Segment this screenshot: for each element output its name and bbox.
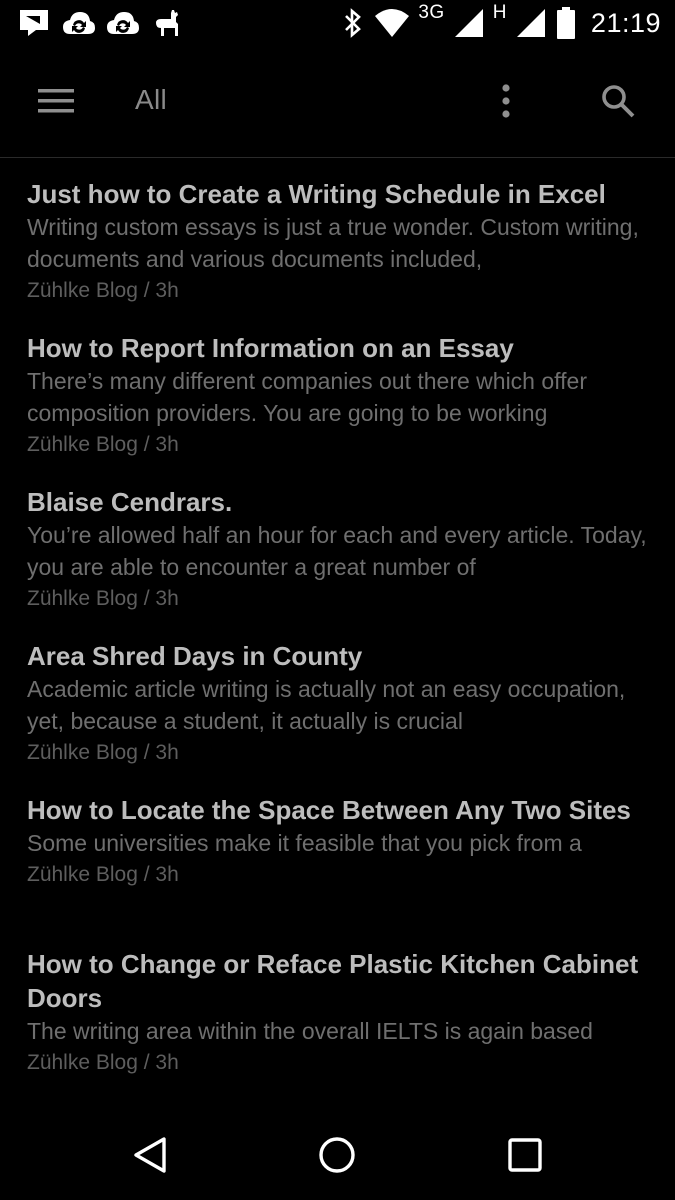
home-circle-icon	[319, 1137, 355, 1173]
bluetooth-icon	[345, 8, 362, 38]
article-title: Blaise Cendrars.	[27, 487, 233, 517]
hamburger-menu-icon	[38, 89, 74, 113]
more-vert-icon	[502, 84, 510, 118]
article-snippet: The writing area within the overall IELT…	[27, 1018, 593, 1044]
signal-icon	[454, 9, 483, 37]
home-button[interactable]	[307, 1130, 367, 1180]
list-item[interactable]: Blaise Cendrars. You’re allowed half an …	[27, 485, 647, 615]
network-3g-label: 3G	[418, 2, 445, 23]
network-h-label: H	[492, 2, 507, 23]
article-meta: Zühlke Blog / 3h	[27, 741, 179, 764]
article-snippet: There’s many different companies out the…	[27, 368, 587, 426]
search-icon	[602, 85, 635, 118]
back-triangle-icon	[134, 1137, 166, 1173]
article-meta: Zühlke Blog / 3h	[27, 587, 179, 610]
article-snippet: Academic article writing is actually not…	[27, 676, 626, 734]
page-title: All	[135, 84, 168, 115]
recents-button[interactable]	[495, 1130, 555, 1180]
system-nav-bar	[0, 1110, 675, 1200]
overflow-menu-button[interactable]	[482, 76, 530, 126]
list-item[interactable]: How to Locate the Space Between Any Two …	[27, 793, 647, 891]
menu-button[interactable]	[24, 76, 88, 126]
recents-square-icon	[508, 1138, 542, 1172]
article-title: Area Shred Days in County	[27, 641, 363, 671]
status-bar: 3G H 21:19	[0, 0, 675, 46]
article-title: How to Locate the Space Between Any Two …	[27, 795, 631, 825]
article-snippet: Writing custom essays is just a true won…	[27, 214, 639, 272]
article-snippet: Some universities make it feasible that …	[27, 830, 582, 856]
article-title: How to Report Information on an Essay	[27, 333, 514, 363]
signal-icon	[516, 9, 545, 37]
article-meta: Zühlke Blog / 3h	[27, 863, 179, 886]
list-item[interactable]: Just how to Create a Writing Schedule in…	[27, 177, 647, 307]
notification-icons	[18, 8, 184, 38]
list-item[interactable]: How to Change or Reface Plastic Kitchen …	[27, 947, 647, 1079]
article-title: Just how to Create a Writing Schedule in…	[27, 179, 606, 209]
search-button[interactable]	[590, 76, 646, 126]
back-button[interactable]	[120, 1130, 180, 1180]
list-item[interactable]: Area Shred Days in County Academic artic…	[27, 639, 647, 769]
article-snippet: You’re allowed half an hour for each and…	[27, 522, 647, 580]
llama-icon	[156, 10, 178, 36]
flag-icon	[20, 10, 48, 36]
article-meta: Zühlke Blog / 3h	[27, 1051, 179, 1074]
article-title: How to Change or Reface Plastic Kitchen …	[27, 949, 639, 1013]
cloud-sync-icon	[63, 12, 95, 34]
system-status: 3G H 21:19	[340, 2, 661, 40]
article-meta: Zühlke Blog / 3h	[27, 433, 179, 456]
wifi-icon	[375, 9, 410, 37]
clock: 21:19	[590, 7, 661, 38]
list-item[interactable]: How to Report Information on an Essay Th…	[27, 331, 647, 461]
app-bar: All	[0, 46, 675, 158]
battery-icon	[556, 7, 575, 39]
cloud-sync-icon	[107, 12, 139, 34]
article-meta: Zühlke Blog / 3h	[27, 279, 179, 302]
